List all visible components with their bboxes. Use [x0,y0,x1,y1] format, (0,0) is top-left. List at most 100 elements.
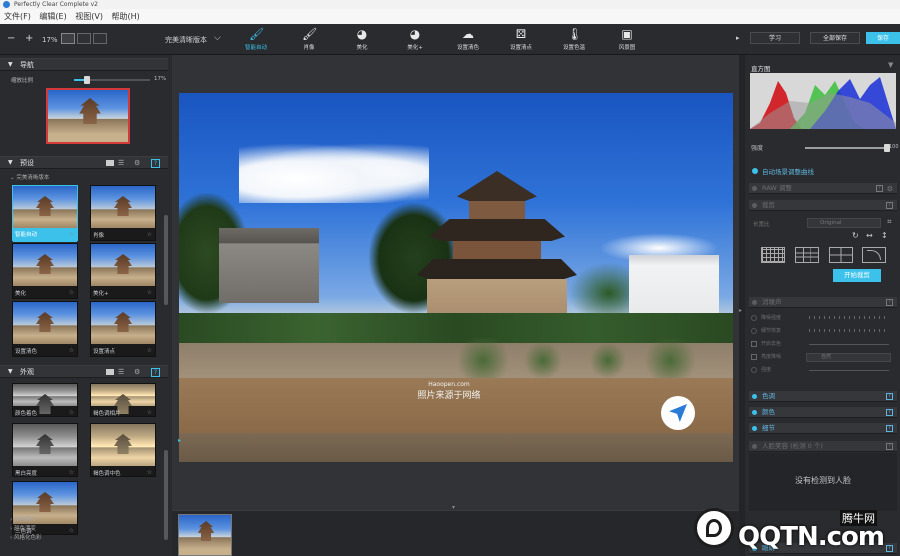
radio-icon[interactable] [751,367,757,373]
noise-slider[interactable] [809,370,889,371]
toggle-dot-icon[interactable] [752,410,757,415]
tool-5[interactable]: ⚄ 设置清点 [501,26,541,54]
crop-section[interactable]: 裁剪 ? [749,200,897,211]
preset-thumbnail[interactable]: 美化 ☆ [12,243,78,299]
tool-2[interactable]: ◕ 美化 [342,26,382,54]
list-view-icon[interactable]: ☰ [118,366,124,378]
navigator-preview[interactable] [46,88,130,144]
noise-tick-slider[interactable] [809,316,889,319]
crop-icon[interactable]: ⌗ [887,217,892,227]
navigator-header[interactable]: ▼ 导航 [0,58,168,71]
auto-curve-label[interactable]: 自动场景调整曲线 [762,166,814,176]
noise-tick-slider[interactable] [809,329,889,332]
side-by-side-view-icon[interactable] [93,33,107,44]
grid-view-icon[interactable] [106,160,114,166]
noise-mode-select[interactable]: 自然 [806,353,891,362]
favorite-star-icon[interactable]: ☆ [147,469,152,476]
crop-ratio-select[interactable]: Original [807,218,881,228]
tool-1[interactable]: 🖌 肖像 [289,26,329,54]
noise-section[interactable]: 消噪声 ? [749,297,897,308]
preset-selector[interactable]: 完美清晰版本 [165,35,207,45]
favorite-star-icon[interactable]: ☆ [69,289,74,296]
strength-slider[interactable] [805,144,890,152]
adjust-section[interactable]: 细节? [749,423,897,434]
look-group[interactable]: › 风格化色彩 [10,533,41,541]
panel-collapse-icon[interactable]: ▸ [736,34,740,42]
adjust-section[interactable]: 颜色? [749,407,897,418]
help-icon[interactable]: ? [151,159,160,168]
favorite-star-icon[interactable]: ☆ [69,347,74,354]
looks-scrollbar[interactable] [164,450,168,540]
preset-thumbnail[interactable]: 智能自动 ☆ [12,185,78,242]
adjust-section[interactable]: 色调? [749,391,897,402]
filmstrip-thumbnail[interactable] [178,514,232,556]
chevron-down-icon[interactable]: ⌵ [214,33,221,43]
histogram-menu-icon[interactable]: ▼ [888,61,893,69]
grid-overlay-thirds-icon[interactable] [795,247,819,263]
checkbox[interactable] [751,341,757,347]
menu-edit[interactable]: 编辑(E) [39,12,66,21]
learn-button[interactable]: 学习 [750,32,800,44]
auto-toggle-icon[interactable] [752,168,758,174]
start-crop-button[interactable]: 开始裁剪 [833,269,881,282]
zoom-in-button[interactable]: + [25,33,33,44]
noise-row[interactable]: 开启去色 [751,339,897,350]
menu-help[interactable]: 帮助(H) [112,12,140,21]
main-photo[interactable]: Haoopen.com 照片来源于网络 [179,93,733,462]
favorite-star-icon[interactable]: ☆ [147,409,152,416]
favorite-star-icon[interactable]: ☆ [147,231,152,238]
presets-scrollbar[interactable] [164,215,168,305]
navigator-zoom-slider[interactable] [74,76,150,84]
noise-row[interactable]: 亮度降噪 自然 [751,352,897,363]
gear-icon[interactable]: ⚙ [134,157,140,169]
help-icon[interactable]: ? [886,425,893,432]
tool-6[interactable]: 🌡 设置色温 [554,26,594,54]
look-thumbnail[interactable]: 黑白亮度 ☆ [12,423,78,477]
noise-row[interactable]: 强度 [751,365,897,376]
look-group[interactable]: › 颜色漂变 [10,524,36,532]
favorite-star-icon[interactable]: ☆ [69,409,74,416]
save-button[interactable]: 保存 [866,32,900,44]
look-thumbnail[interactable]: 褐色调中色 ☆ [90,423,156,477]
preset-thumbnail[interactable]: 设置清点 ☆ [90,301,156,357]
help-icon[interactable]: ? [886,409,893,416]
left-edge-arrow-icon[interactable]: ▸ [178,437,181,444]
golden-spiral-icon[interactable] [862,247,886,263]
split-view-icon[interactable] [77,33,91,44]
tool-0[interactable]: 🖌 智能自动 [236,26,276,54]
noise-row[interactable]: 降噪强度 [751,313,897,324]
gear-icon[interactable]: ⚙ [134,366,140,378]
favorite-star-icon[interactable]: ☆ [69,527,74,534]
checkbox[interactable] [751,354,757,360]
help-icon[interactable]: ? [151,368,160,377]
tool-4[interactable]: ☁ 设置清色 [448,26,488,54]
tool-3[interactable]: ◕ 美化+ [395,26,435,54]
preset-thumbnail[interactable]: 肖像 ☆ [90,185,156,241]
preset-thumbnail[interactable]: 设置清色 ☆ [12,301,78,357]
menu-file[interactable]: 文件(F) [4,12,31,21]
favorite-star-icon[interactable]: ☆ [147,347,152,354]
tool-7[interactable]: ▣ 风景图 [607,26,647,54]
grid-view-icon[interactable] [106,369,114,375]
single-view-icon[interactable] [61,33,75,44]
radio-icon[interactable] [751,328,757,334]
look-thumbnail[interactable]: 褐色调相片 ☆ [90,383,156,417]
list-view-icon[interactable]: ☰ [118,157,124,169]
favorite-star-icon[interactable]: ☆ [69,469,74,476]
presets-header[interactable]: ▼ 预设 ☰ ⚙ ? [0,156,168,169]
favorite-star-icon[interactable]: ☆ [147,289,152,296]
look-thumbnail[interactable]: 颜色着色 ☆ [12,383,78,417]
save-all-button[interactable]: 全部保存 [810,32,860,44]
preset-group-label[interactable]: ⌄ 完美清晰版本 [10,173,49,181]
face-section[interactable]: 人脸美容 (检测 0 个) ? [749,441,897,452]
look-group[interactable]: › 颜色照片 [10,515,36,523]
zoom-out-button[interactable]: − [7,33,15,44]
flip-horizontal-icon[interactable]: ↔ [866,231,873,240]
toggle-dot-icon[interactable] [752,394,757,399]
toggle-dot-icon[interactable] [752,426,757,431]
grid-overlay-quarter-icon[interactable] [829,247,853,263]
grid-overlay-fine-icon[interactable] [761,247,785,263]
preset-thumbnail[interactable]: 美化+ ☆ [90,243,156,299]
favorite-star-icon[interactable]: ☆ [69,231,74,238]
looks-header[interactable]: ▼ 外观 ☰ ⚙ ? [0,365,168,378]
